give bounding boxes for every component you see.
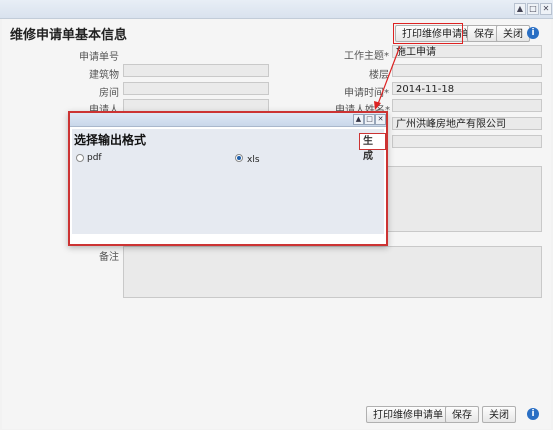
dialog-heading: 选择输出格式 [74,133,147,147]
bottom-save-button[interactable]: 保存 [445,406,479,423]
print-button-highlight [393,23,463,44]
window-titlebar: ▲ □ ✕ [0,0,553,19]
dialog-close-icon[interactable]: ✕ [375,114,386,125]
remarks-label: 备注 [99,252,119,263]
request-number-label: 申请单号 [79,52,119,63]
dialog-maximize-icon[interactable]: □ [364,114,375,125]
company-field[interactable]: 广州洪峰房地产有限公司 [392,117,542,130]
help-icon[interactable]: i [527,27,539,39]
room-label: 房间 [99,88,119,99]
bottom-help-icon[interactable]: i [527,408,539,420]
window-maximize-icon[interactable]: □ [527,3,539,15]
dialog-titlebar: ▲ □ ✕ [70,113,386,127]
window-close-icon[interactable]: ✕ [540,3,552,15]
building-label: 建筑物 [89,70,119,81]
window-minimize-icon[interactable]: ▲ [514,3,526,15]
floor-label: 楼层 [369,70,389,81]
request-time-field[interactable]: 2014-11-18 [392,82,542,95]
applicant-name-field[interactable] [392,99,542,112]
pdf-option-label: pdf [87,153,102,163]
close-button[interactable]: 关闭 [496,25,530,42]
xls-radio[interactable] [235,154,243,162]
floor-field[interactable] [392,64,542,77]
xls-option-label: xls [247,155,260,165]
generate-button[interactable]: 生成 [359,133,386,162]
request-time-label: 申请时间* [344,88,389,99]
work-subject-label: 工作主题* [344,51,389,62]
form-title: 维修申请单基本信息 [10,28,128,43]
remarks-area[interactable] [123,246,542,298]
bottom-close-button[interactable]: 关闭 [482,406,516,423]
output-format-dialog: ▲ □ ✕ 选择输出格式 生成 pdf xls [68,111,388,246]
work-subject-field[interactable]: 施工申请 [392,45,542,58]
room-field[interactable] [123,82,269,95]
pdf-radio[interactable] [76,154,84,162]
dialog-minimize-icon[interactable]: ▲ [353,114,364,125]
building-field[interactable] [123,64,269,77]
bottom-print-request-button[interactable]: 打印维修申请单 [366,406,450,423]
extra-field[interactable] [392,135,542,148]
